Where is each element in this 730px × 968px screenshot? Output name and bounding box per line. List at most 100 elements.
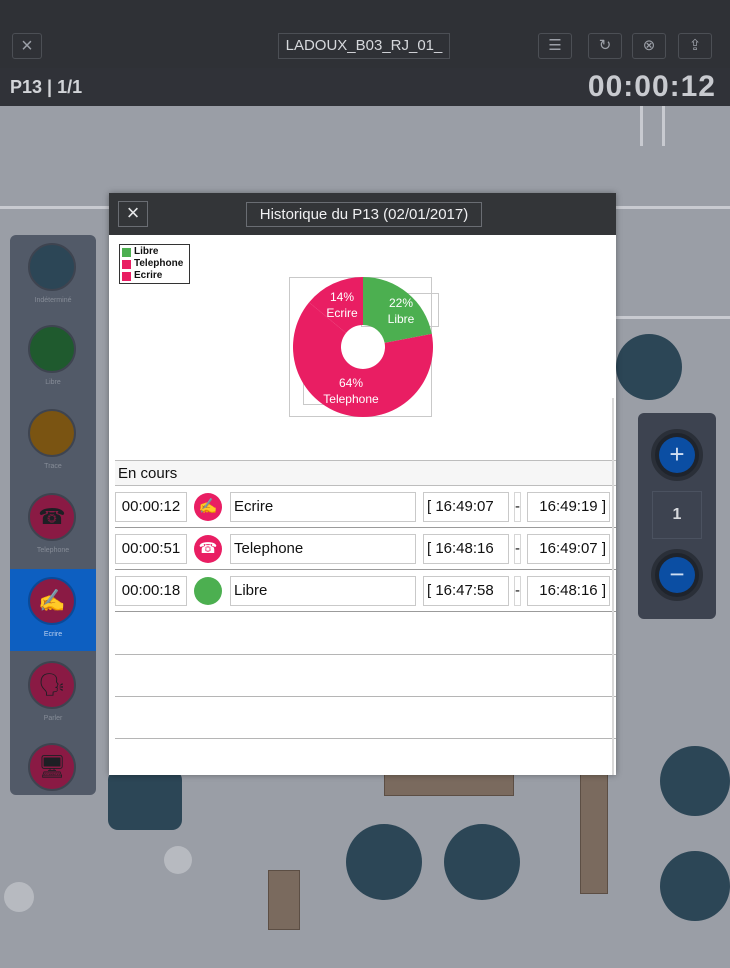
- plan-table: [616, 334, 682, 400]
- zoom-out-button[interactable]: −: [651, 549, 703, 601]
- sub-bar: P13 | 1/1 00:00:12: [0, 68, 730, 106]
- row-activity-name: Libre: [230, 576, 416, 606]
- legend-item: Telephone: [122, 258, 187, 270]
- empty-row-divider: [115, 654, 616, 655]
- plan-desk: [268, 870, 300, 930]
- palette-item-ecrire[interactable]: ✍ Ecrire: [10, 569, 96, 651]
- zoom-in-button[interactable]: +: [651, 429, 703, 481]
- palette-item-label: Parler: [43, 715, 63, 722]
- history-modal: × Historique du P13 (02/01/2017) Libre T…: [109, 193, 616, 775]
- palette-item-parler[interactable]: 🗣 Parler: [10, 653, 96, 735]
- legend-swatch: [122, 247, 131, 257]
- row-duration: 00:00:51: [115, 534, 187, 564]
- plus-icon: +: [659, 437, 695, 473]
- phone-icon: ☎: [28, 493, 76, 541]
- document-title: LADOUX_B03_RJ_01_: [278, 33, 450, 59]
- pie-name: Telephone: [323, 392, 379, 406]
- row-separator: -: [514, 492, 521, 522]
- palette-item-telephone[interactable]: ☎ Telephone: [10, 485, 96, 567]
- row-activity-name: Telephone: [230, 534, 416, 564]
- plan-wall: [662, 106, 665, 146]
- pie-percent: 64%: [338, 376, 364, 390]
- palette-item-label: Indéterminé: [34, 297, 72, 304]
- palette-item-indetermine[interactable]: Indéterminé: [10, 235, 96, 317]
- activity-pie-chart: 22% Libre 64% Telephone 14% Ecrire: [289, 275, 439, 420]
- empty-row-divider: [115, 696, 616, 697]
- palette-item-label: Trace: [44, 463, 62, 470]
- plan-desk: [580, 774, 608, 894]
- state-circle-icon: [28, 243, 76, 291]
- modal-header: × Historique du P13 (02/01/2017): [109, 193, 616, 235]
- write-icon: ✍: [194, 493, 222, 521]
- row-start-time: [ 16:49:07: [423, 492, 509, 522]
- row-separator: -: [514, 534, 521, 564]
- palette-item-label: Telephone: [36, 547, 70, 554]
- list-button[interactable]: ☰: [538, 33, 572, 59]
- minus-icon: −: [659, 557, 695, 593]
- modal-close-button[interactable]: ×: [118, 201, 148, 227]
- app-root: × LADOUX_B03_RJ_01_ ☰ ↻ ⊗ ⇪ P13 | 1/1 00…: [0, 0, 730, 968]
- legend-swatch: [122, 271, 131, 281]
- palette-item-trace[interactable]: Trace: [10, 401, 96, 483]
- reset-icon: ⊗: [642, 37, 656, 54]
- row-separator: -: [514, 576, 521, 606]
- row-end-time: 16:49:19 ]: [527, 492, 610, 522]
- empty-row-divider: [115, 738, 616, 739]
- pie-name: Libre: [387, 312, 415, 326]
- zoom-control: + 1 −: [638, 413, 716, 619]
- section-label: En cours: [118, 465, 178, 482]
- close-button[interactable]: ×: [12, 33, 42, 59]
- row-end-time: 16:49:07 ]: [527, 534, 610, 564]
- palette-item-computer[interactable]: 🖥: [10, 735, 96, 817]
- list-icon: ☰: [548, 37, 562, 54]
- history-row[interactable]: 00:00:12 ✍ Ecrire [ 16:49:07 - 16:49:19 …: [115, 486, 616, 528]
- row-start-time: [ 16:47:58: [423, 576, 509, 606]
- plan-chair: [4, 882, 34, 912]
- state-circle-icon: [28, 325, 76, 373]
- zoom-value: 1: [652, 491, 702, 539]
- row-duration: 00:00:18: [115, 576, 187, 606]
- history-row[interactable]: 00:00:18 Libre [ 16:47:58 - 16:48:16 ]: [115, 570, 616, 612]
- modal-title: Historique du P13 (02/01/2017): [246, 202, 482, 227]
- plan-desk: [384, 774, 514, 796]
- plan-wall: [616, 316, 730, 319]
- history-icon: ↻: [598, 37, 612, 54]
- plan-table: [660, 851, 730, 921]
- pie-percent: 14%: [329, 290, 355, 304]
- legend-item: Libre: [122, 246, 187, 258]
- plan-chair: [164, 846, 192, 874]
- computer-icon: 🖥: [28, 743, 76, 791]
- plan-table: [108, 770, 182, 830]
- palette-item-label: Libre: [45, 379, 61, 386]
- pie-name: Ecrire: [326, 306, 358, 320]
- pie-label-telephone: 64% Telephone: [321, 375, 381, 407]
- pie-percent: 22%: [388, 296, 414, 310]
- position-label: P13 | 1/1: [10, 77, 83, 97]
- scrollbar[interactable]: [612, 398, 614, 775]
- legend-swatch: [122, 259, 131, 269]
- chart-legend: Libre Telephone Ecrire: [119, 244, 190, 284]
- history-button[interactable]: ↻: [588, 33, 622, 59]
- row-duration: 00:00:12: [115, 492, 187, 522]
- reset-button[interactable]: ⊗: [632, 33, 666, 59]
- legend-label: Libre: [134, 246, 159, 257]
- share-icon: ⇪: [688, 37, 702, 54]
- plan-table: [444, 824, 520, 900]
- session-timer: 00:00:12: [587, 70, 716, 103]
- history-row[interactable]: 00:00:51 ☎ Telephone [ 16:48:16 - 16:49:…: [115, 528, 616, 570]
- pie-label-ecrire: 14% Ecrire: [317, 289, 367, 321]
- pie-label-libre: 22% Libre: [381, 295, 421, 327]
- legend-item: Ecrire: [122, 270, 187, 282]
- state-palette: Indéterminé Libre Trace ☎ Telephone ✍ Ec…: [10, 235, 96, 795]
- row-activity-name: Ecrire: [230, 492, 416, 522]
- state-circle-icon: [28, 409, 76, 457]
- row-start-time: [ 16:48:16: [423, 534, 509, 564]
- phone-icon: ☎: [194, 535, 222, 563]
- write-icon: ✍: [28, 577, 76, 625]
- palette-item-libre[interactable]: Libre: [10, 317, 96, 399]
- plan-table: [660, 746, 730, 816]
- row-end-time: 16:48:16 ]: [527, 576, 610, 606]
- share-button[interactable]: ⇪: [678, 33, 712, 59]
- top-bar: × LADOUX_B03_RJ_01_ ☰ ↻ ⊗ ⇪: [0, 0, 730, 68]
- legend-label: Telephone: [134, 258, 184, 269]
